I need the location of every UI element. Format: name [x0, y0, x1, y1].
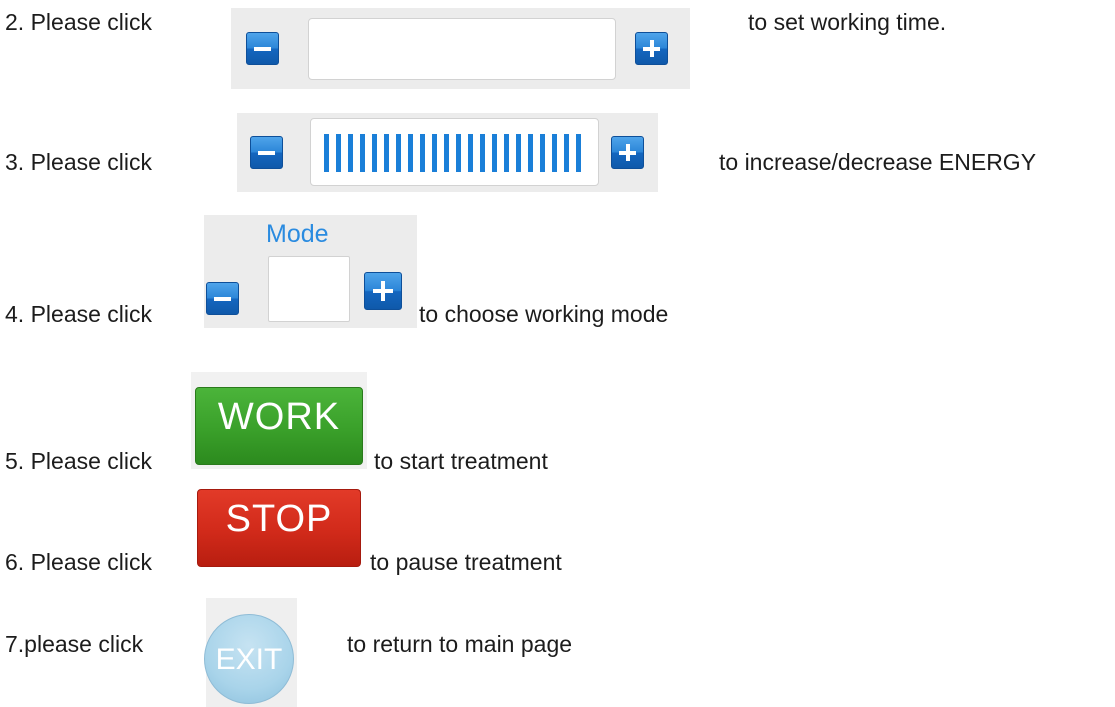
energy-bar-segment — [444, 134, 449, 172]
step-6-suffix: to pause treatment — [370, 549, 562, 575]
energy-bar-segment — [576, 134, 581, 172]
work-button-frame: WORK — [191, 372, 367, 469]
step-4-suffix: to choose working mode — [419, 301, 669, 327]
step-2-prefix: 2. Please click — [5, 9, 153, 35]
time-field[interactable] — [308, 18, 616, 80]
energy-bar-segment — [504, 134, 509, 172]
mode-increase-button[interactable] — [364, 272, 402, 310]
working-time-control — [231, 8, 690, 89]
minus-icon — [213, 296, 232, 301]
energy-bar-segment — [420, 134, 425, 172]
mode-decrease-button[interactable] — [206, 282, 239, 315]
exit-button-frame: EXIT — [204, 598, 297, 707]
mode-label: Mode — [266, 220, 329, 248]
energy-control — [237, 113, 658, 192]
step-3-suffix: to increase/decrease ENERGY — [719, 149, 1037, 175]
step-2-suffix: to set working time. — [748, 9, 947, 35]
energy-bar-segment — [468, 134, 473, 172]
time-decrease-button[interactable] — [246, 32, 279, 65]
step-3-prefix: 3. Please click — [5, 149, 153, 175]
energy-bar-segment — [480, 134, 485, 172]
step-7-suffix: to return to main page — [347, 631, 573, 657]
exit-button[interactable]: EXIT — [204, 614, 294, 704]
stop-button[interactable]: STOP — [197, 489, 361, 567]
step-4-prefix: 4. Please click — [5, 301, 153, 327]
energy-bar-segment — [384, 134, 389, 172]
energy-bar-segment — [540, 134, 545, 172]
energy-bar-segment — [552, 134, 557, 172]
mode-field[interactable] — [268, 256, 350, 322]
time-increase-button[interactable] — [635, 32, 668, 65]
step-5-suffix: to start treatment — [374, 448, 548, 474]
mode-control: Mode — [204, 215, 417, 328]
energy-decrease-button[interactable] — [250, 136, 283, 169]
step-7-prefix: 7.please click — [5, 631, 144, 657]
energy-bar-segment — [348, 134, 353, 172]
energy-bar-segment — [336, 134, 341, 172]
energy-field — [310, 118, 599, 186]
minus-icon — [257, 150, 276, 155]
energy-bar-segment — [360, 134, 365, 172]
energy-bar-segment — [432, 134, 437, 172]
energy-bar-segment — [456, 134, 461, 172]
energy-bar-segment — [492, 134, 497, 172]
energy-bar-segment — [516, 134, 521, 172]
energy-bar-segment — [324, 134, 329, 172]
energy-bar-segment — [564, 134, 569, 172]
step-5-prefix: 5. Please click — [5, 448, 153, 474]
energy-increase-button[interactable] — [611, 136, 644, 169]
work-button[interactable]: WORK — [195, 387, 363, 465]
energy-bar-segment — [372, 134, 377, 172]
energy-bar-segment — [396, 134, 401, 172]
energy-bar-segment — [528, 134, 533, 172]
minus-icon — [253, 46, 272, 51]
step-6-prefix: 6. Please click — [5, 549, 153, 575]
energy-bar-segment — [408, 134, 413, 172]
